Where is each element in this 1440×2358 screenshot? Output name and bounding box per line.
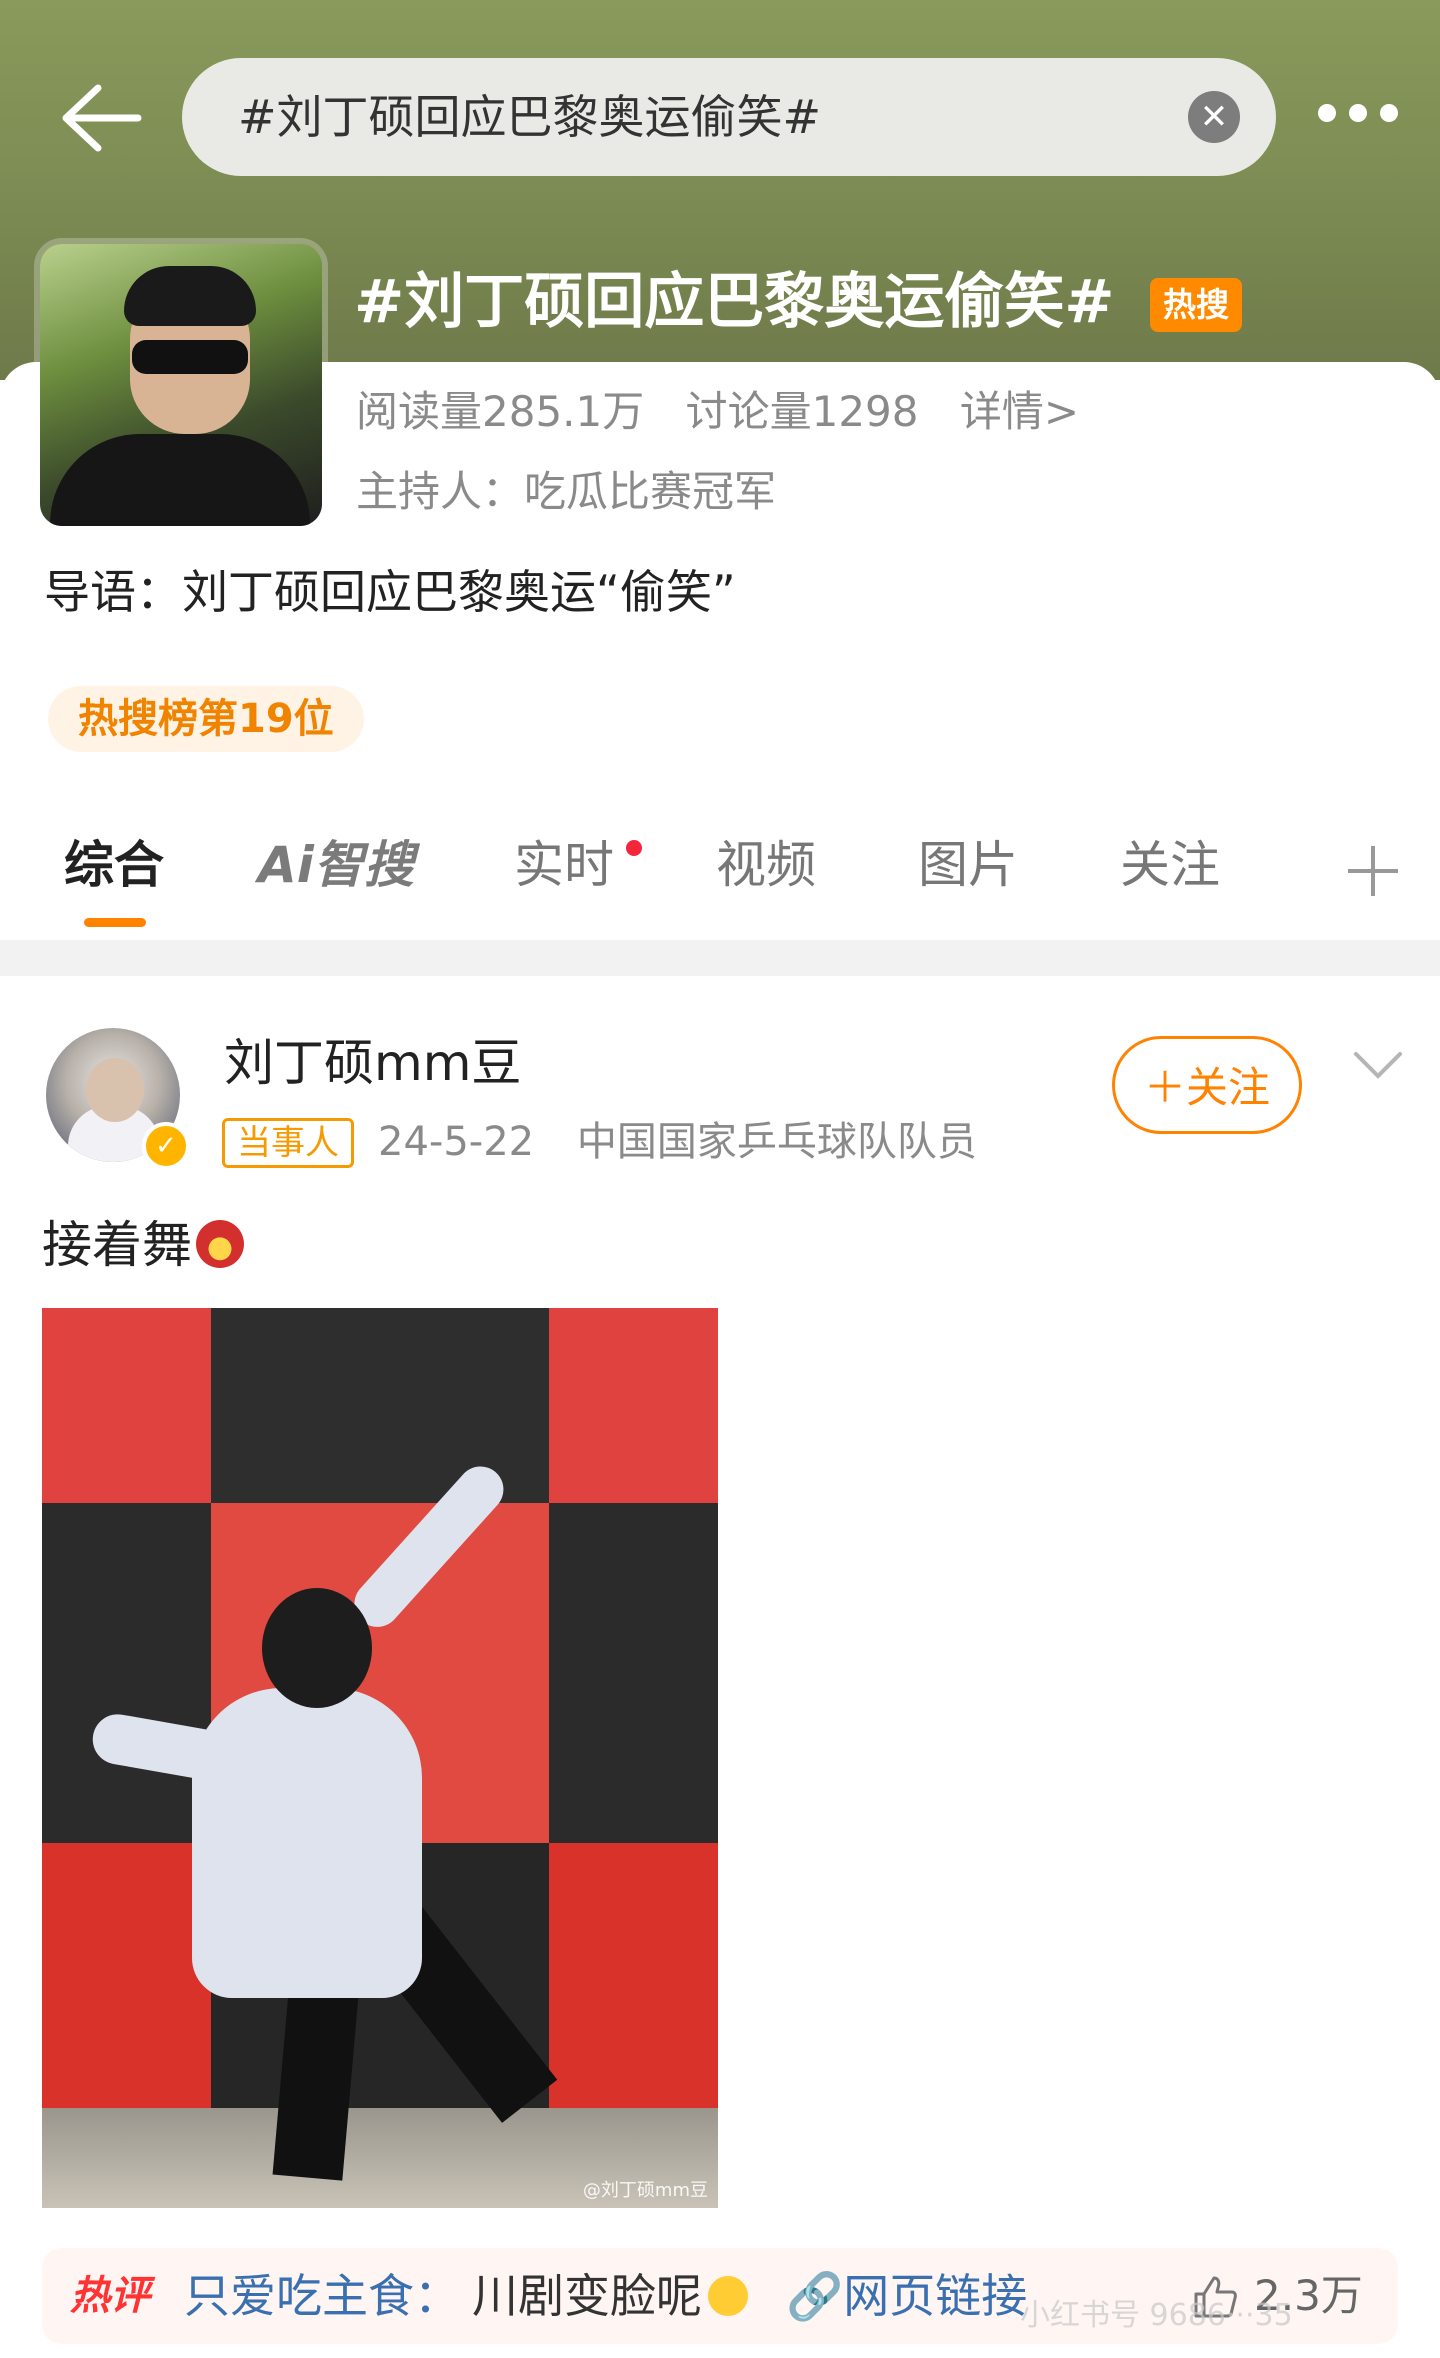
new-indicator-dot: [626, 840, 642, 856]
ironman-emoji-icon: [196, 1220, 244, 1268]
web-link[interactable]: 🔗网页链接: [786, 2248, 1027, 2344]
tab-overview[interactable]: 综合: [64, 830, 164, 900]
post-meta: 24-5-22 中国国家乒乓球队队员: [378, 1112, 1007, 1172]
back-arrow-icon[interactable]: [58, 80, 142, 156]
surprised-emoji-icon: [708, 2276, 748, 2316]
search-query-text: #刘丁硕回应巴黎奥运偷笑#: [238, 90, 822, 144]
tab-following[interactable]: 关注: [1120, 830, 1220, 900]
tab-realtime[interactable]: 实时: [514, 830, 614, 900]
follow-button[interactable]: ＋关注: [1112, 1036, 1302, 1134]
discussion-count: 讨论量1298: [685, 387, 919, 436]
read-count: 阅读量285.1万: [356, 387, 645, 436]
plus-icon[interactable]: [1348, 846, 1398, 896]
tab-images[interactable]: 图片: [918, 830, 1018, 900]
photo-watermark: @刘丁硕mm豆: [582, 2180, 708, 2201]
post-photo[interactable]: @刘丁硕mm豆: [42, 1308, 718, 2208]
topic-stats: 阅读量285.1万 讨论量1298 详情>: [356, 382, 1107, 442]
hot-badge: 热搜: [1150, 278, 1242, 332]
topic-host[interactable]: 主持人：吃瓜比赛冠军: [356, 462, 776, 522]
hot-rank-pill[interactable]: 热搜榜第19位: [48, 686, 364, 752]
comment-body: 川剧变脸呢: [472, 2269, 702, 2323]
active-tab-indicator: [84, 918, 146, 927]
tab-video[interactable]: 视频: [716, 830, 816, 900]
post-text: 接着舞: [42, 1210, 244, 1280]
details-link[interactable]: 详情>: [960, 387, 1079, 436]
chevron-down-icon[interactable]: [1352, 1050, 1404, 1080]
comment-username[interactable]: 只爱吃主食：: [184, 2248, 460, 2344]
user-bio: 中国国家乒乓球队队员: [576, 1119, 977, 1165]
tab-bar: 综合 Ai智搜 实时 视频 图片 关注: [0, 810, 1440, 940]
post-date: 24-5-22: [378, 1119, 535, 1165]
post-username[interactable]: 刘丁硕mm豆: [224, 1028, 521, 1098]
topic-cover-image: [40, 244, 322, 526]
topic-intro: 导语：刘丁硕回应巴黎奥运“偷笑”: [44, 565, 736, 619]
tab-ai-search[interactable]: Ai智搜: [258, 830, 414, 900]
more-dots-icon[interactable]: [1318, 102, 1398, 128]
verified-badge-icon: ✓: [142, 1122, 190, 1170]
close-circle-icon[interactable]: ✕: [1188, 91, 1240, 143]
post-body: 接着舞: [42, 1216, 192, 1274]
section-divider: [0, 940, 1440, 976]
role-tag: 当事人: [222, 1118, 354, 1168]
comment-text: 川剧变脸呢: [472, 2248, 748, 2344]
hot-comment-label: 热评: [70, 2273, 150, 2319]
search-input[interactable]: #刘丁硕回应巴黎奥运偷笑# ✕: [182, 58, 1276, 176]
topic-title: #刘丁硕回应巴黎奥运偷笑#: [354, 267, 1115, 337]
overlay-watermark: 小红书号 9686···35: [1020, 2298, 1293, 2333]
